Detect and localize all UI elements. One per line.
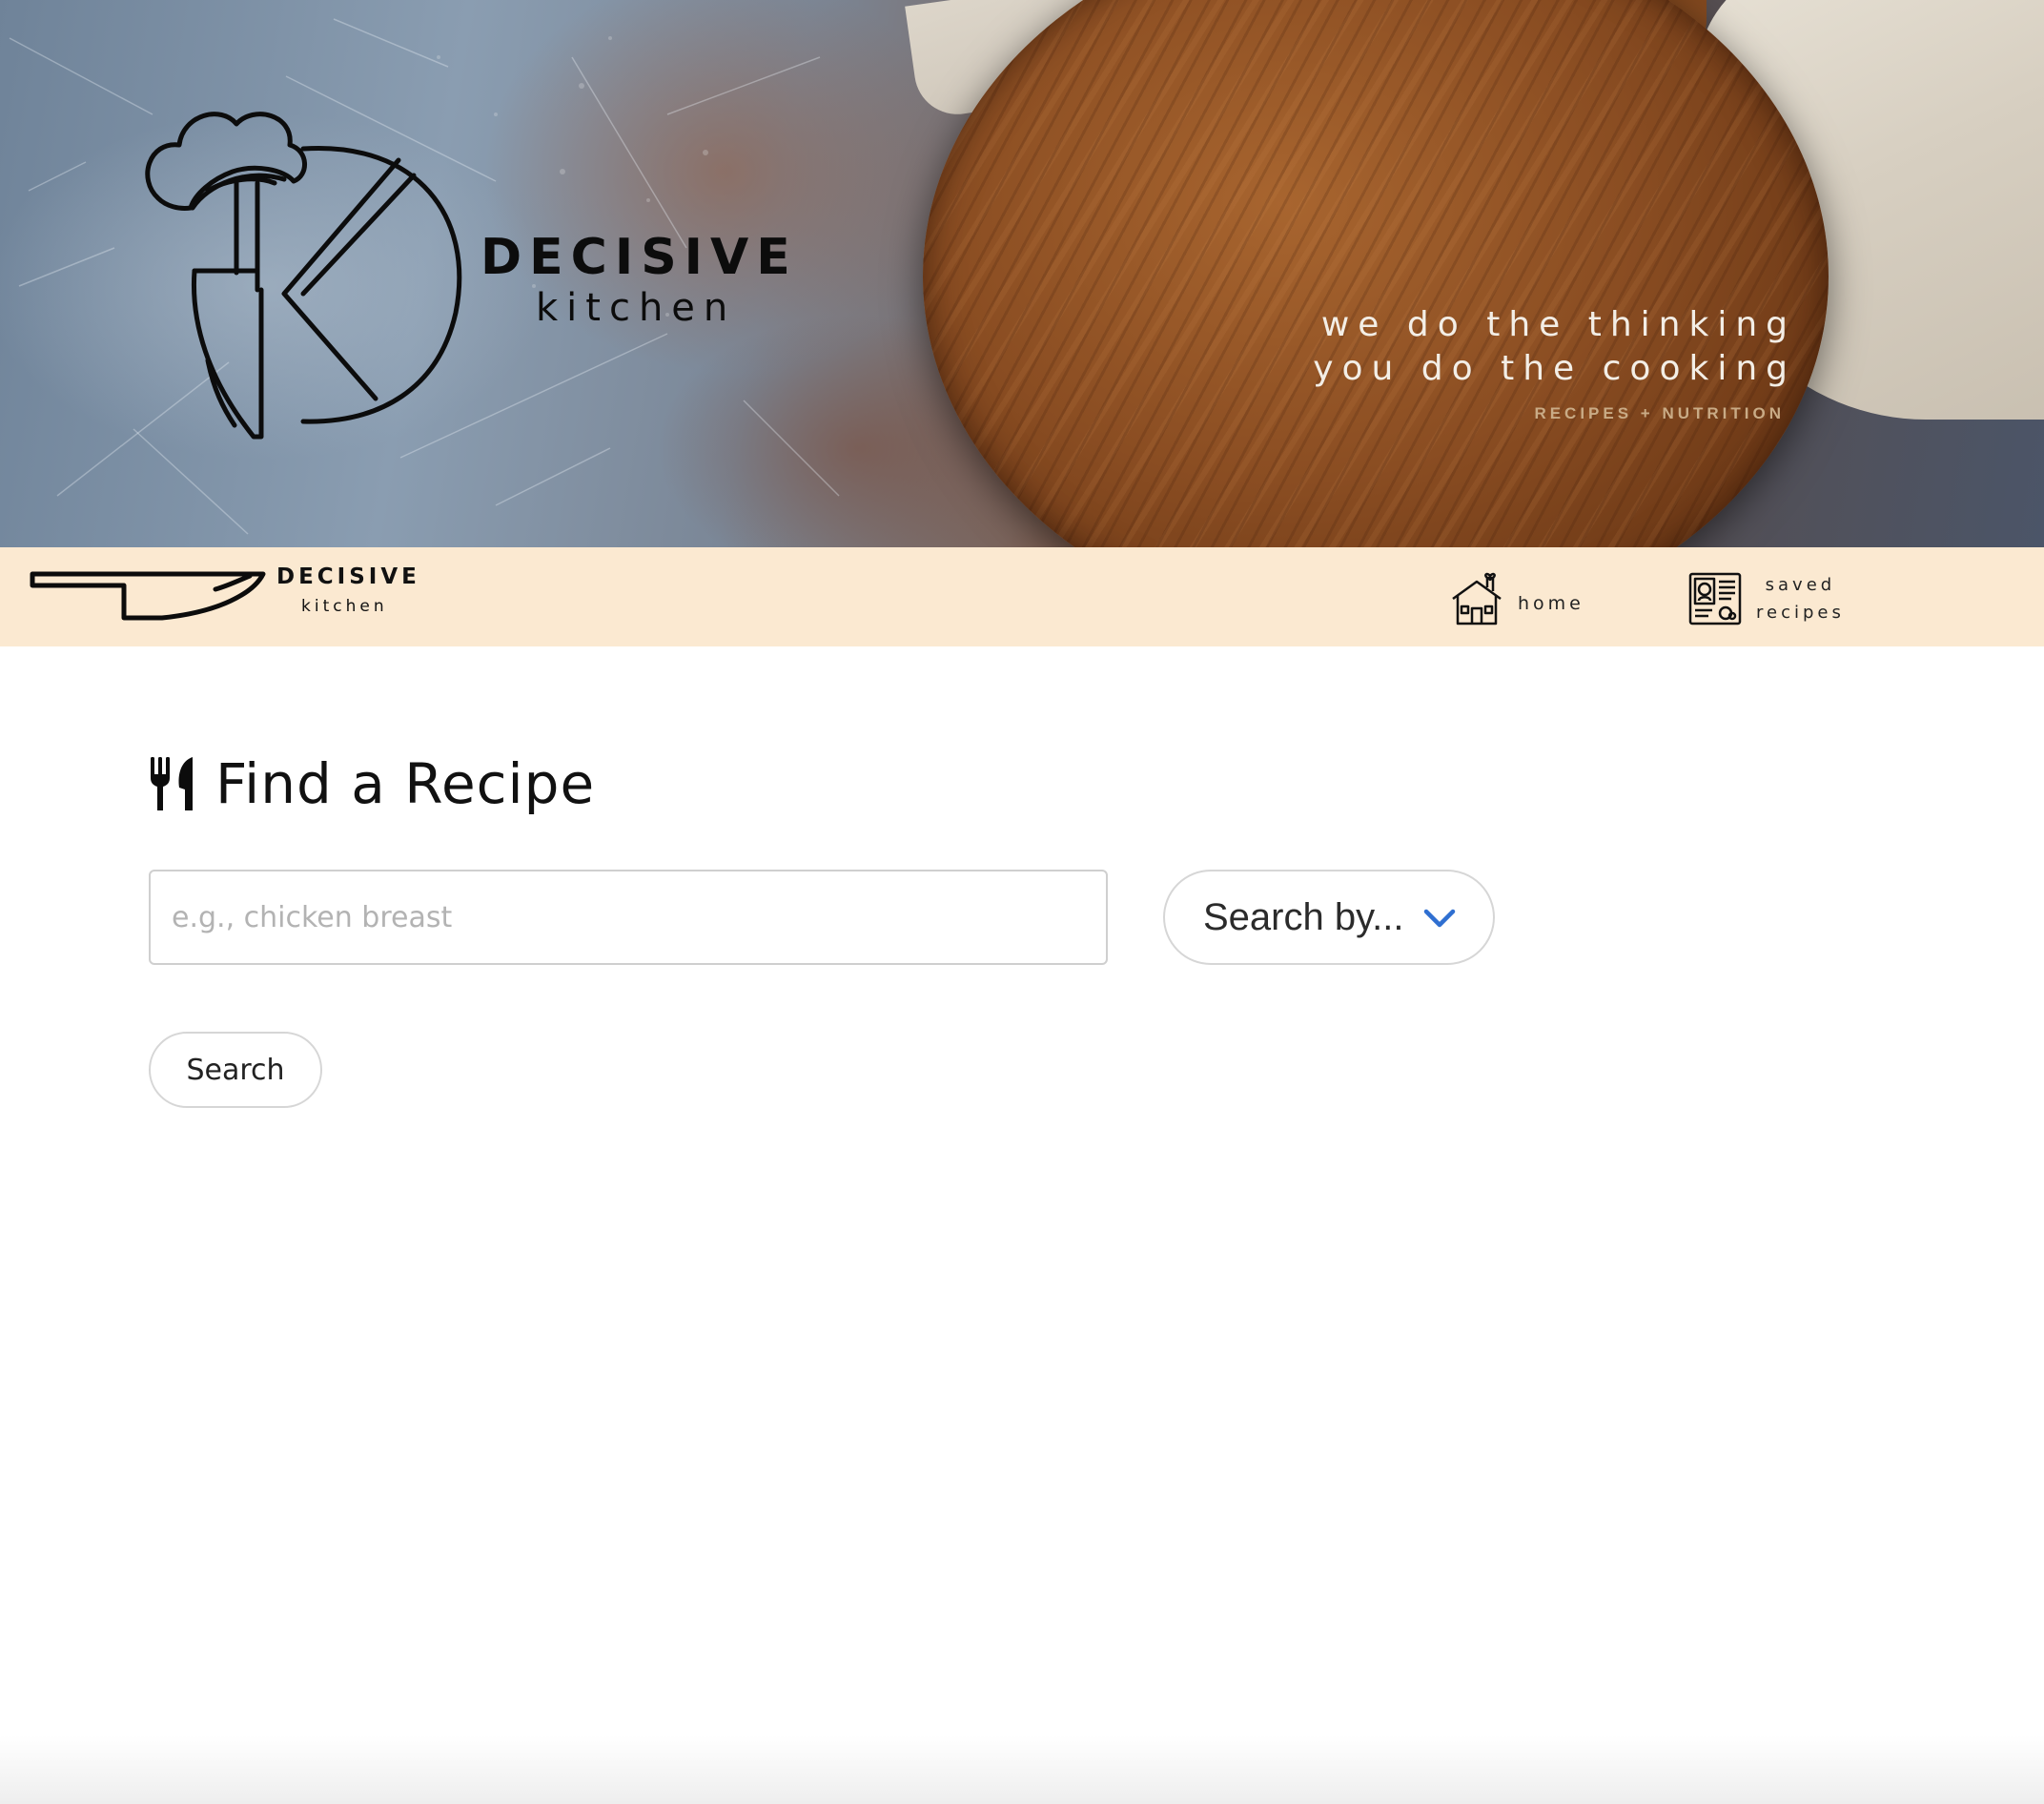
top-navbar: DECISIVE kitchen home saved recipes xyxy=(0,547,2044,646)
page-title: Find a Recipe xyxy=(149,751,596,816)
house-icon xyxy=(1452,572,1502,625)
cutting-board xyxy=(923,0,1829,547)
hero-brand-title: DECISIVE xyxy=(480,229,798,286)
utensils-icon xyxy=(151,757,193,810)
page-title-text: Find a Recipe xyxy=(215,751,596,816)
navbar-brand-title[interactable]: DECISIVE xyxy=(276,564,420,589)
nav-saved-recipes-link[interactable]: saved recipes xyxy=(1687,568,1845,629)
hero-brand-subtitle: kitchen xyxy=(536,286,737,330)
knife-icon[interactable] xyxy=(29,563,267,624)
search-by-dropdown[interactable]: Search by... xyxy=(1163,870,1495,965)
nav-saved-recipes-label: saved recipes xyxy=(1756,571,1845,626)
search-input[interactable] xyxy=(149,870,1108,965)
search-by-label: Search by... xyxy=(1203,895,1404,938)
chevron-down-icon xyxy=(1423,909,1456,928)
hero-banner: DECISIVE kitchen we do the thinking you … xyxy=(0,0,2044,547)
recipe-card-icon xyxy=(1688,572,1742,625)
nav-home-label: home xyxy=(1518,593,1584,614)
nav-home-link[interactable]: home xyxy=(1449,568,1584,629)
search-button[interactable]: Search xyxy=(149,1032,322,1108)
bottom-shadow xyxy=(0,1735,2044,1804)
navbar-brand-subtitle[interactable]: kitchen xyxy=(301,597,388,616)
hero-tagline-3: RECIPES + NUTRITION xyxy=(1534,404,1785,422)
hero-tagline-1: we do the thinking xyxy=(1320,305,1796,344)
nav-saved-label-line-1: saved xyxy=(1765,575,1836,595)
decisive-kitchen-logo-icon xyxy=(145,112,462,440)
hero-tagline-2: you do the cooking xyxy=(1313,349,1796,388)
nav-saved-label-line-2: recipes xyxy=(1756,603,1845,623)
